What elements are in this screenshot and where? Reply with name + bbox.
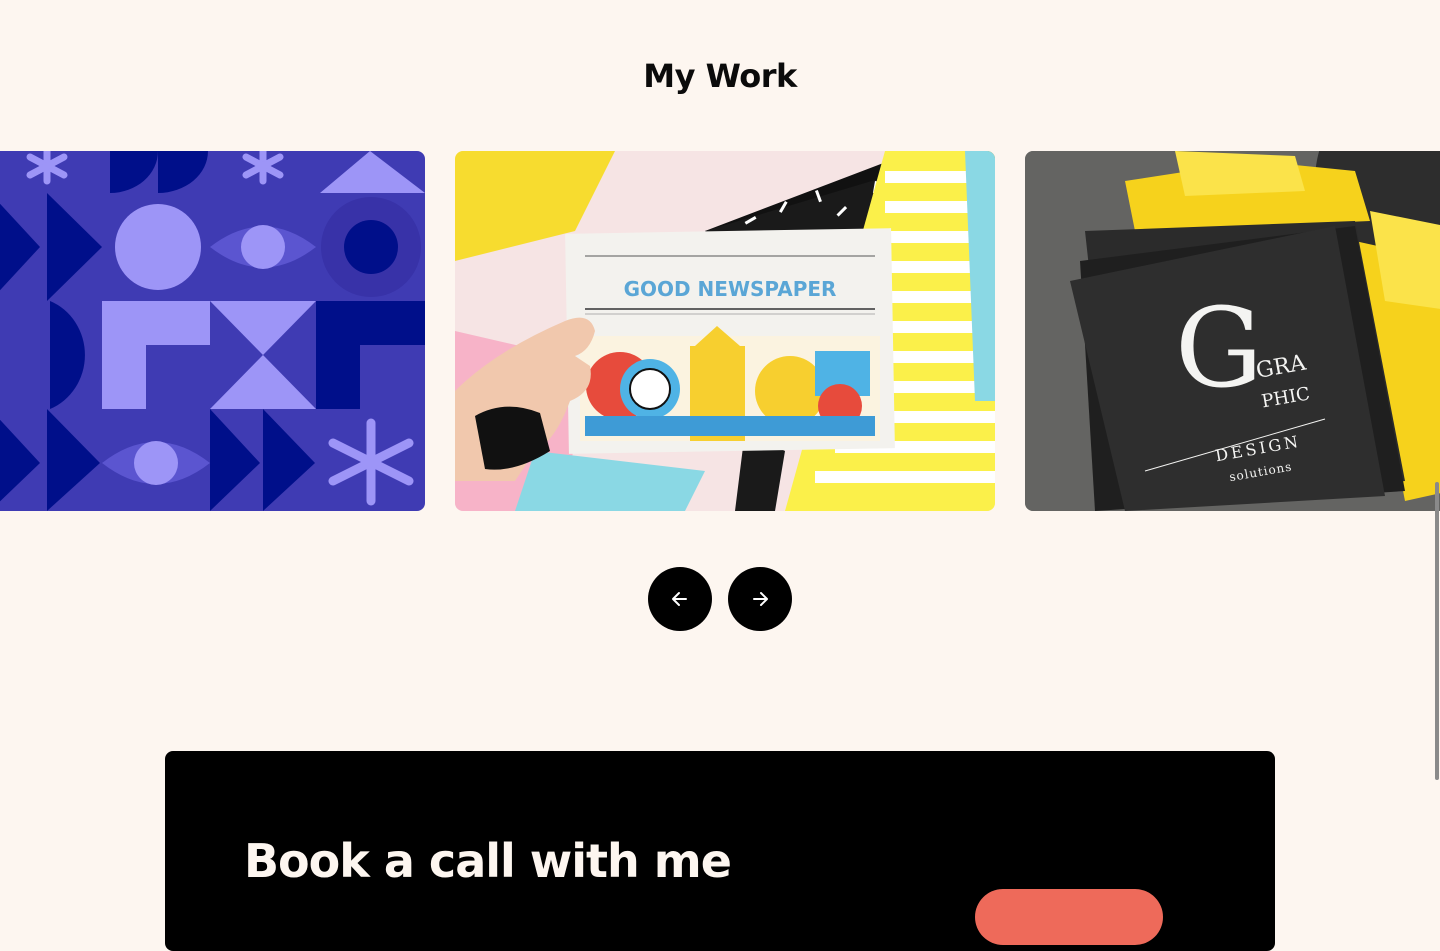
carousel-slide-newspaper[interactable]: GOOD NEWSPAPER xyxy=(455,151,995,511)
carousel-slide-geometric-pattern[interactable] xyxy=(0,151,425,511)
section-title: My Work xyxy=(643,57,797,95)
carousel-slide-graphic-design-book[interactable]: G GRA PHIC DESIGN solutions xyxy=(1025,151,1440,511)
carousel-next-button[interactable] xyxy=(728,567,792,631)
book-cover-letter-g: G xyxy=(1175,284,1263,412)
page-scrollbar[interactable] xyxy=(1435,482,1439,780)
geometric-pattern-image xyxy=(0,151,425,511)
cta-title: Book a call with me xyxy=(244,834,732,888)
graphic-design-book-image: G GRA PHIC DESIGN solutions xyxy=(1025,151,1440,511)
carousel-prev-button[interactable] xyxy=(648,567,712,631)
newspaper-photo-image: GOOD NEWSPAPER xyxy=(455,151,995,511)
work-carousel[interactable]: GOOD NEWSPAPER G GRA PHIC DESIGN solutio… xyxy=(0,151,1440,511)
arrow-left-icon xyxy=(672,592,687,606)
book-call-button[interactable] xyxy=(975,889,1163,945)
arrow-right-icon xyxy=(753,592,768,606)
book-call-section: Book a call with me xyxy=(165,751,1275,951)
newspaper-masthead: GOOD NEWSPAPER xyxy=(624,277,837,301)
